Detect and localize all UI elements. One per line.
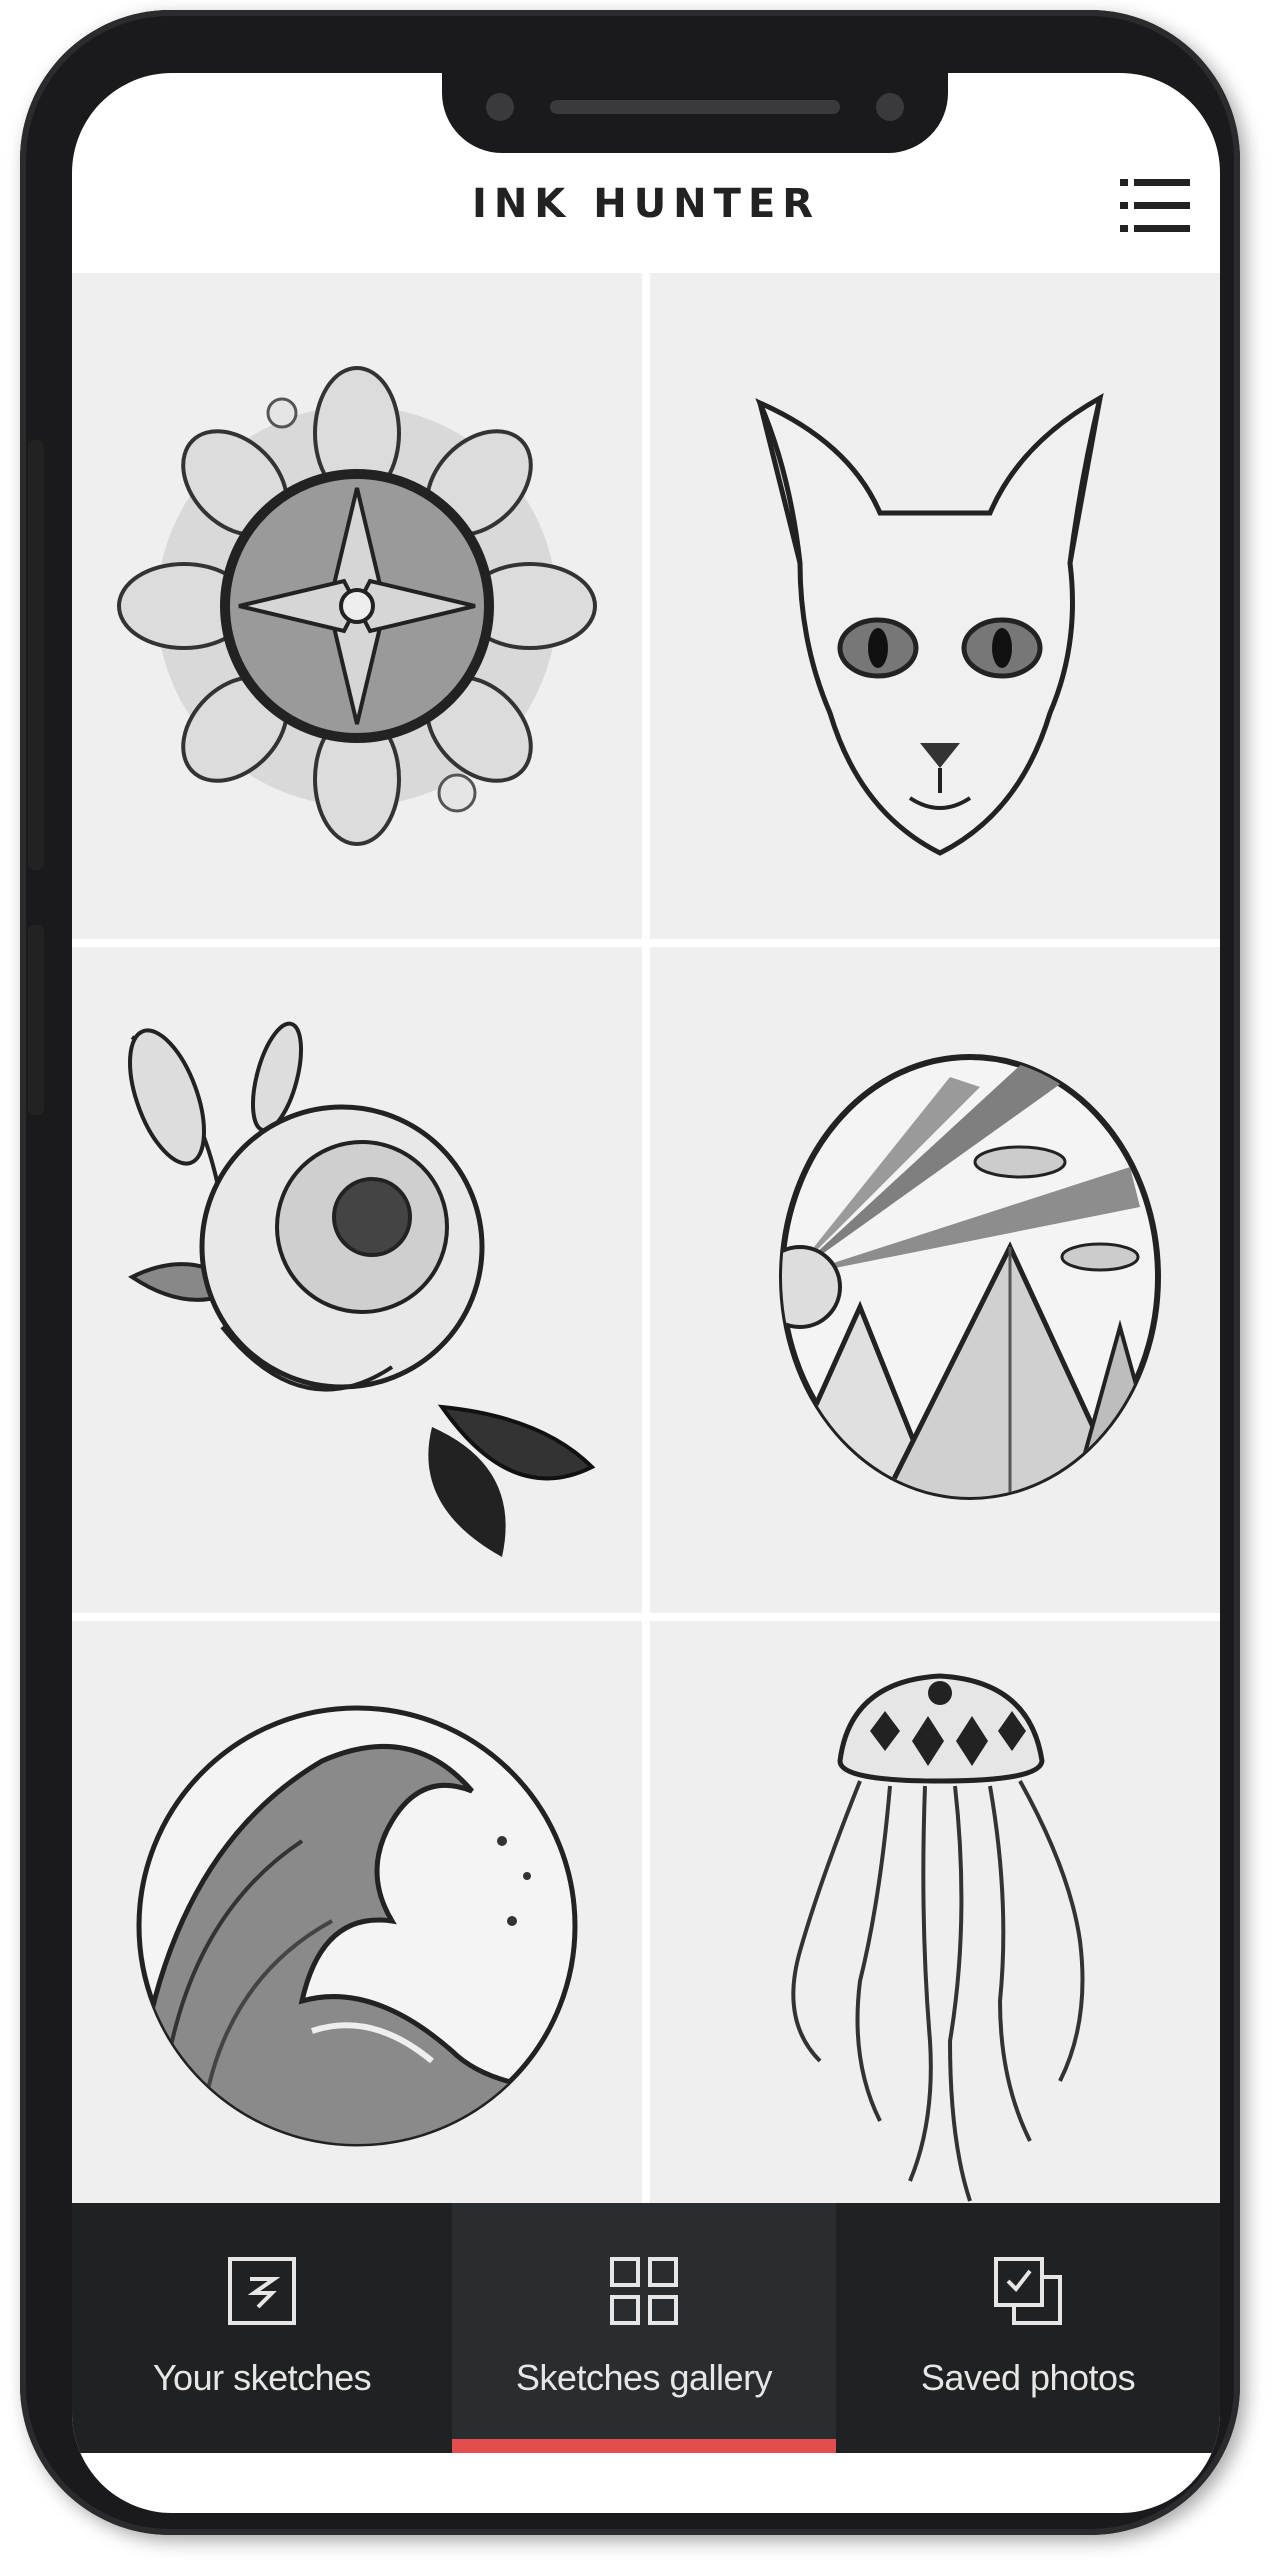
phone-frame: INK HUNTER Your sketches Sketches galler…: [20, 10, 1240, 2535]
volume-button: [28, 440, 44, 870]
notch: [442, 73, 948, 153]
gallery-item-peony-flower[interactable]: [72, 947, 642, 1613]
gallery-item-mandala[interactable]: [72, 273, 642, 939]
active-tab-indicator: [452, 2439, 836, 2453]
flower-sketch: [128, 1021, 596, 1557]
gallery-item-jellyfish[interactable]: [650, 1621, 1220, 2221]
wave-sketch: [136, 1705, 578, 2147]
nav-sketches-gallery[interactable]: Sketches gallery: [452, 2203, 836, 2453]
nav-label-saved-photos: Saved photos: [920, 2357, 1136, 2398]
mountains-sketch: [779, 1054, 1161, 1500]
camera-dot: [486, 93, 514, 121]
app-header: INK HUNTER: [72, 153, 1220, 273]
nav-your-sketches[interactable]: Your sketches: [72, 2203, 452, 2453]
mandala-sketch: [117, 366, 597, 846]
gallery-item-mountains-sunrise[interactable]: [650, 947, 1220, 1613]
app-title: INK HUNTER: [471, 181, 821, 227]
jellyfish-sketch: [791, 1673, 1085, 2202]
gallery-item-sphynx-cat[interactable]: [650, 273, 1220, 939]
sketch-gallery-grid: [72, 273, 1220, 2255]
sensor-dot: [876, 93, 904, 121]
app-screen: INK HUNTER Your sketches Sketches galler…: [72, 73, 1220, 2513]
bottom-navigation: Your sketches Sketches gallery Saved pho…: [72, 2203, 1220, 2453]
grid-icon: [610, 2257, 678, 2325]
saved-photos-icon: [994, 2257, 1062, 2325]
nav-saved-photos[interactable]: Saved photos: [836, 2203, 1220, 2453]
cat-sketch: [755, 393, 1104, 856]
nav-label-sketches-gallery: Sketches gallery: [515, 2357, 773, 2398]
gallery-item-wave[interactable]: [72, 1621, 642, 2221]
list-menu-icon[interactable]: [1116, 171, 1194, 241]
speaker: [550, 100, 840, 114]
nav-label-your-sketches: Your sketches: [152, 2357, 372, 2398]
sketch-document-icon: [228, 2257, 296, 2325]
power-button: [28, 925, 44, 1115]
